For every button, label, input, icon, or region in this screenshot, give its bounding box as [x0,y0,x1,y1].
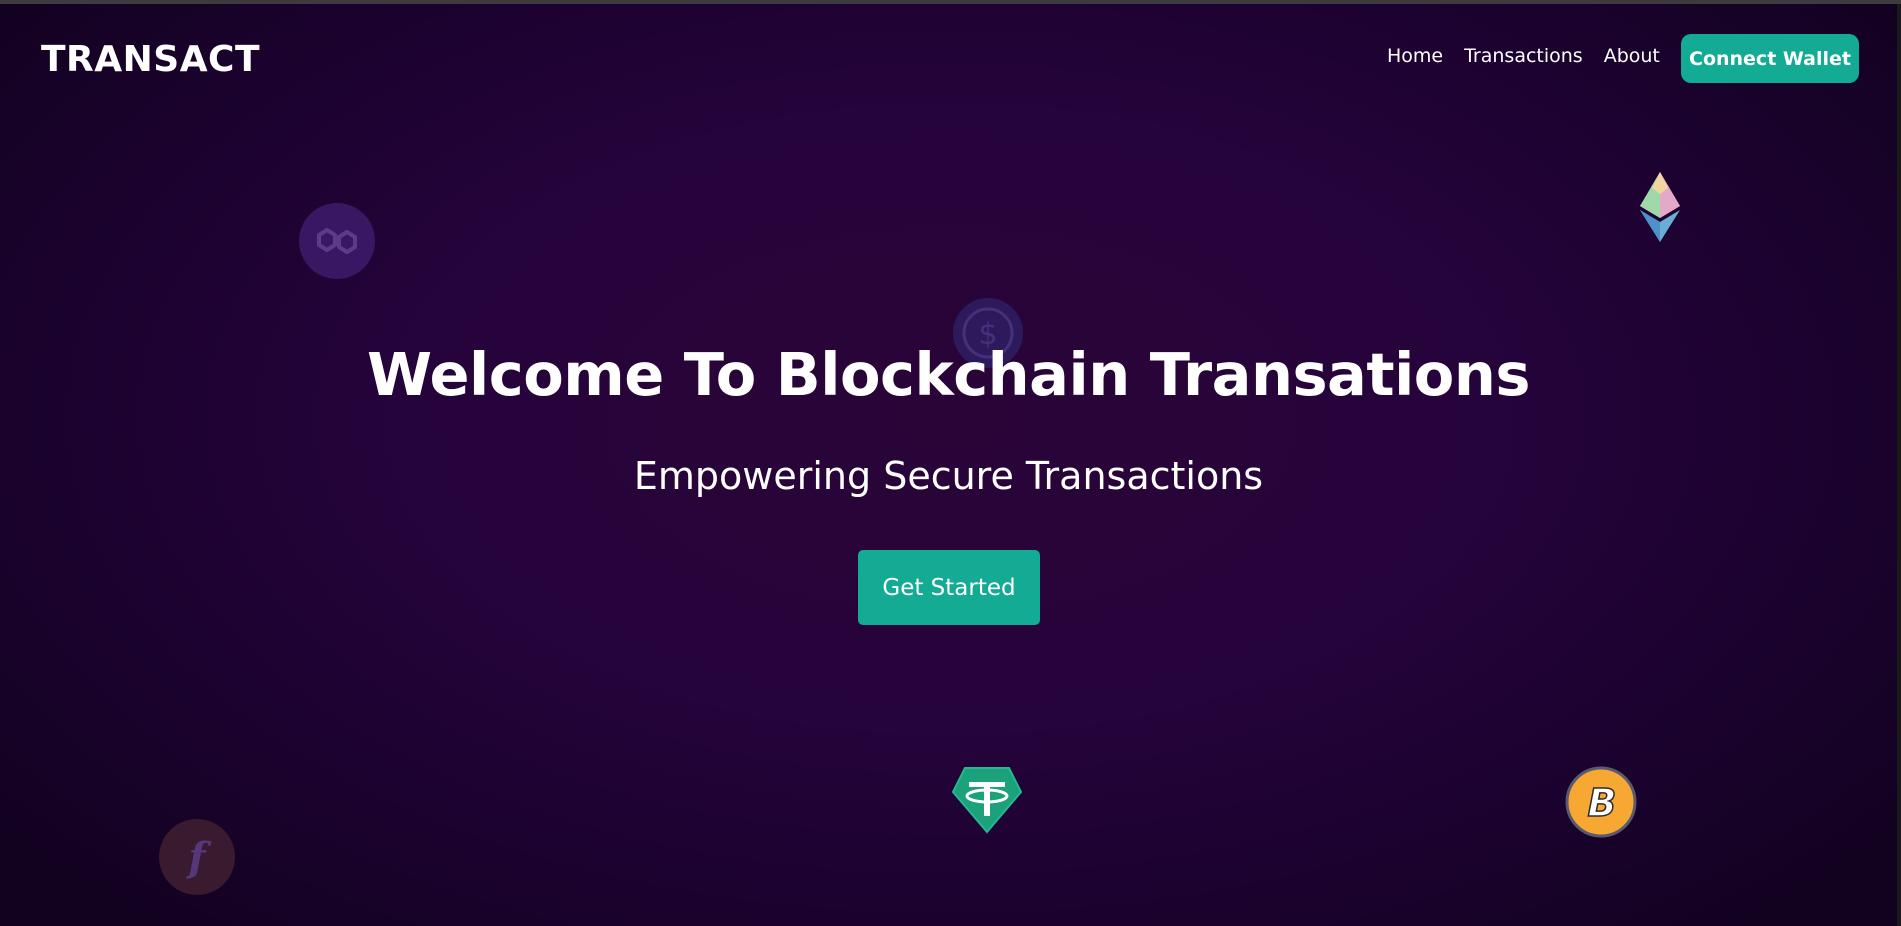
nav-link-about[interactable]: About [1604,45,1660,67]
nav-links: Home Transactions About [1387,45,1660,67]
svg-text:B: B [1588,781,1617,825]
ethereum-icon [1638,170,1682,244]
site-logo[interactable]: TRANSACT [41,39,260,80]
page-viewport: TRANSACT Home Transactions About Connect… [0,4,1901,926]
polygon-icon [299,203,375,279]
get-started-button[interactable]: Get Started [858,550,1040,625]
bitcoin-icon: B [1565,766,1637,838]
filecoin-icon: f [159,819,235,895]
scrollbar[interactable] [1897,4,1901,926]
tether-icon [951,766,1023,834]
nav-link-home[interactable]: Home [1387,45,1443,67]
nav-link-transactions[interactable]: Transactions [1464,45,1583,67]
hero-title: Welcome To Blockchain Transations [367,340,1530,409]
hero-subtitle: Empowering Secure Transactions [633,454,1264,498]
navbar: TRANSACT Home Transactions About Connect… [0,4,1897,119]
connect-wallet-button[interactable]: Connect Wallet [1681,34,1859,83]
